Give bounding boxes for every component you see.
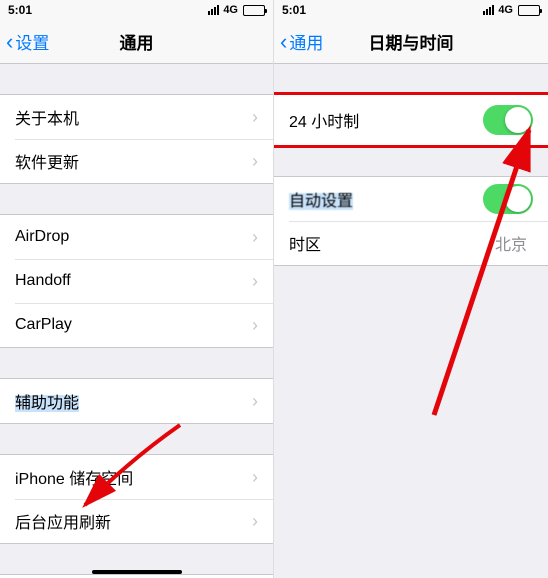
status-right: 4G [483, 4, 540, 16]
row-timezone[interactable]: 时区 北京 [274, 221, 548, 265]
back-button[interactable]: ‹ 设置 [6, 29, 49, 54]
status-time: 5:01 [8, 3, 32, 17]
status-time: 5:01 [282, 3, 306, 17]
row-handoff[interactable]: Handoff › [0, 259, 273, 303]
row-label: 关于本机 [15, 105, 252, 129]
chevron-right-icon: › [252, 107, 258, 128]
chevron-right-icon: › [252, 271, 258, 292]
row-label: 时区 [289, 231, 495, 255]
group-auto: 自动设置 时区 北京 [274, 176, 548, 266]
status-bar: 5:01 4G [0, 0, 273, 20]
toggle-auto-set[interactable] [483, 184, 533, 214]
row-label: AirDrop [15, 228, 252, 246]
home-indicator [92, 570, 182, 574]
signal-icon [208, 5, 219, 15]
row-about[interactable]: 关于本机 › [0, 95, 273, 139]
page-title: 日期与时间 [369, 29, 454, 54]
chevron-right-icon: › [252, 151, 258, 172]
row-value: 北京 [495, 231, 527, 255]
group-24hour: 24 小时制 [274, 94, 548, 146]
back-label: 通用 [289, 29, 323, 54]
page-title: 通用 [120, 29, 154, 54]
row-label: 后台应用刷新 [15, 509, 252, 533]
nav-bar: ‹ 设置 通用 [0, 20, 273, 64]
group-connectivity: AirDrop › Handoff › CarPlay › [0, 214, 273, 348]
row-carplay[interactable]: CarPlay › [0, 303, 273, 347]
phone-datetime: 5:01 4G ‹ 通用 日期与时间 24 小时制 自动设置 [274, 0, 548, 578]
row-label: 辅助功能 [15, 389, 252, 413]
toggle-24-hour[interactable] [483, 105, 533, 135]
back-label: 设置 [15, 29, 49, 54]
row-label: iPhone 储存空间 [15, 465, 252, 489]
status-bar: 5:01 4G [274, 0, 548, 20]
row-label: 软件更新 [15, 149, 252, 173]
row-label: CarPlay [15, 316, 252, 334]
row-software-update[interactable]: 软件更新 › [0, 139, 273, 183]
row-label: 24 小时制 [289, 108, 483, 132]
row-auto-set[interactable]: 自动设置 [274, 177, 548, 221]
chevron-right-icon: › [252, 227, 258, 248]
network-label: 4G [498, 4, 513, 16]
status-right: 4G [208, 4, 265, 16]
signal-icon [483, 5, 494, 15]
row-airdrop[interactable]: AirDrop › [0, 215, 273, 259]
battery-icon [243, 5, 265, 16]
row-label: Handoff [15, 272, 252, 290]
phone-general: 5:01 4G ‹ 设置 通用 关于本机 › 软件更新 › [0, 0, 274, 578]
chevron-right-icon: › [252, 315, 258, 336]
group-about: 关于本机 › 软件更新 › [0, 94, 273, 184]
row-background-refresh[interactable]: 后台应用刷新 › [0, 499, 273, 543]
chevron-left-icon: ‹ [280, 31, 287, 53]
nav-bar: ‹ 通用 日期与时间 [274, 20, 548, 64]
chevron-right-icon: › [252, 467, 258, 488]
chevron-right-icon: › [252, 511, 258, 532]
network-label: 4G [223, 4, 238, 16]
group-storage: iPhone 储存空间 › 后台应用刷新 › [0, 454, 273, 544]
row-24-hour[interactable]: 24 小时制 [274, 95, 548, 145]
row-accessibility[interactable]: 辅助功能 › [0, 379, 273, 423]
row-storage[interactable]: iPhone 储存空间 › [0, 455, 273, 499]
chevron-right-icon: › [252, 391, 258, 412]
group-restrictions: 访问限制 关闭 › [0, 574, 273, 578]
back-button[interactable]: ‹ 通用 [280, 29, 323, 54]
chevron-left-icon: ‹ [6, 31, 13, 53]
group-accessibility: 辅助功能 › [0, 378, 273, 424]
row-label: 自动设置 [289, 187, 483, 211]
battery-icon [518, 5, 540, 16]
